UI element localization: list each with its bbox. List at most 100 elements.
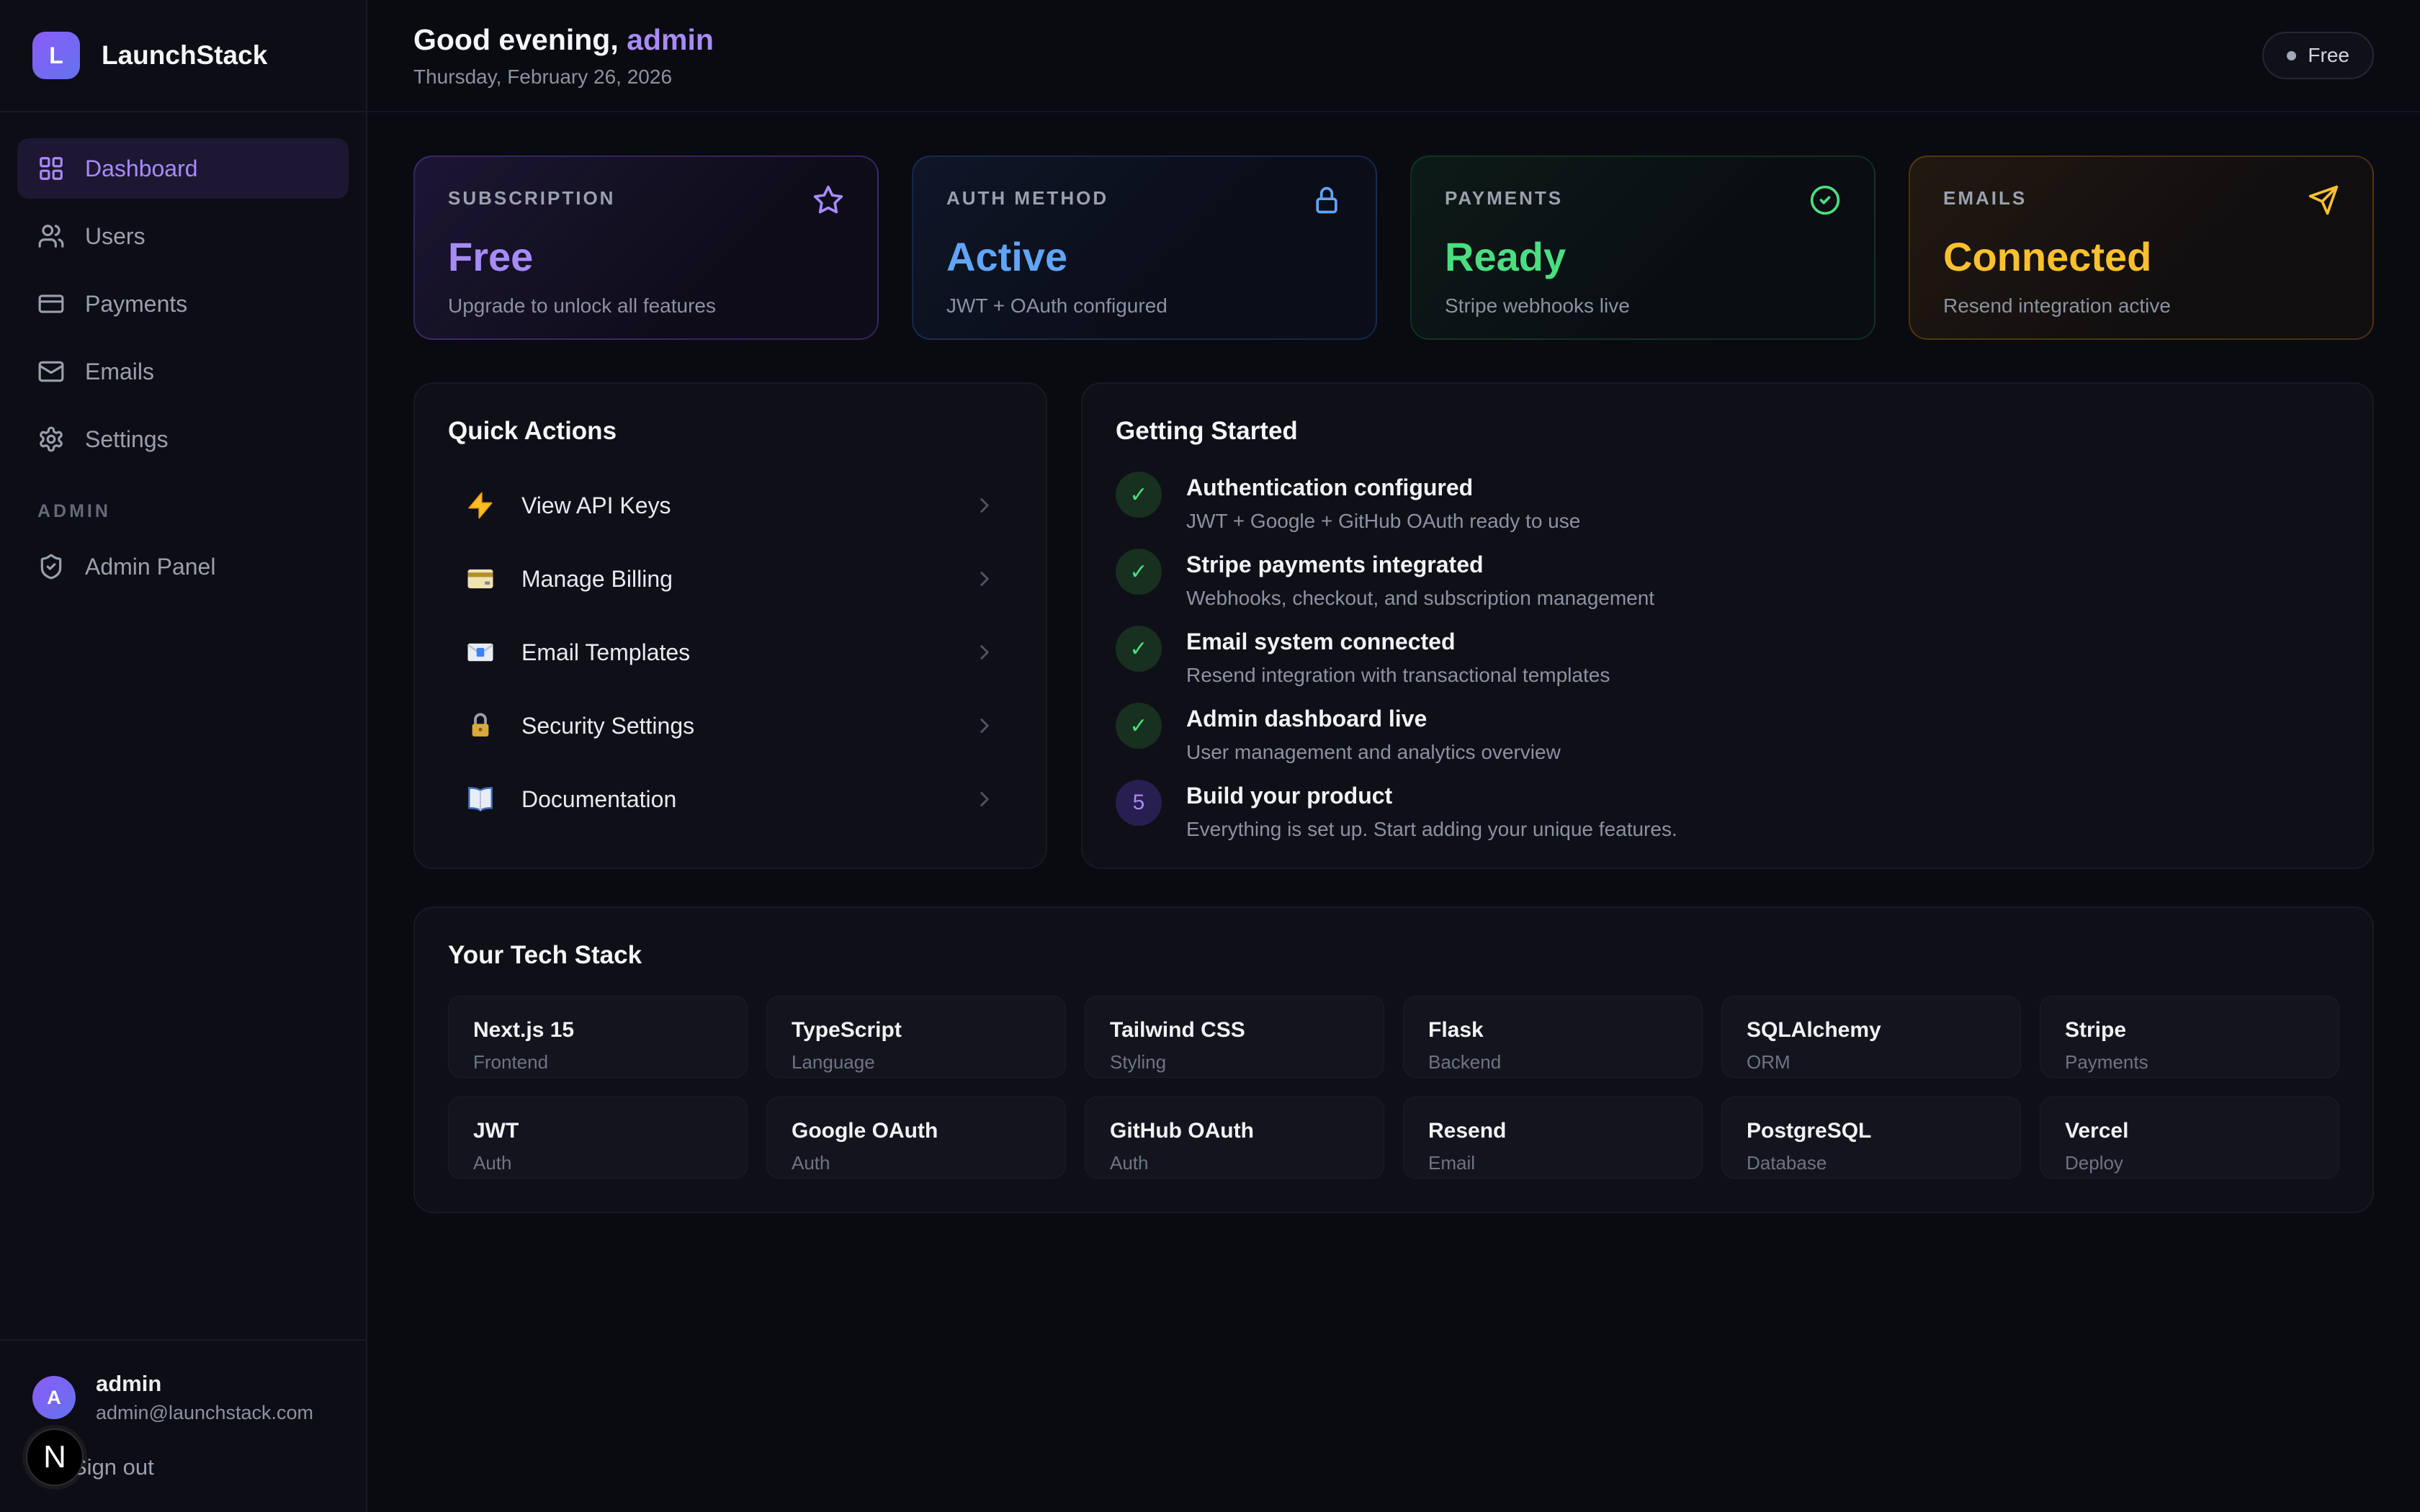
open-book-icon	[464, 783, 497, 816]
chevron-right-icon	[972, 640, 997, 665]
stat-card-emails: EMAILS Connected Resend integration acti…	[1909, 156, 2374, 340]
stat-subtext: Upgrade to unlock all features	[448, 294, 844, 318]
panel-title: Your Tech Stack	[448, 941, 2339, 970]
tech-tile-tailwind: Tailwind CSS Styling	[1085, 996, 1384, 1078]
tech-name: Next.js 15	[473, 1018, 722, 1043]
tech-tag: Deploy	[2065, 1152, 2314, 1174]
plan-badge-label: Free	[2308, 44, 2349, 67]
tech-name: Flask	[1428, 1018, 1677, 1043]
tech-name: Stripe	[2065, 1018, 2314, 1043]
tech-tile-typescript: TypeScript Language	[766, 996, 1066, 1078]
sidebar-item-users[interactable]: Users	[17, 206, 349, 266]
tech-name: PostgreSQL	[1747, 1119, 1996, 1143]
tech-name: JWT	[473, 1119, 722, 1143]
tech-tag: Auth	[1110, 1152, 1359, 1174]
stat-subtext: Resend integration active	[1943, 294, 2339, 318]
sidebar-item-label: Users	[85, 223, 145, 250]
tech-tile-stripe: Stripe Payments	[2040, 996, 2339, 1078]
quick-actions-panel: Quick Actions View API Keys Manage Billi…	[413, 382, 1047, 869]
step-check-badge: ✓	[1116, 549, 1162, 595]
brand[interactable]: L LaunchStack	[0, 0, 366, 112]
credit-card-icon	[37, 290, 65, 318]
step-title: Email system connected	[1186, 626, 1610, 655]
step-number-badge: 5	[1116, 780, 1162, 826]
tech-tag: Language	[792, 1051, 1041, 1074]
stat-label: AUTH METHOD	[946, 187, 1108, 210]
tech-tile-sqlalchemy: SQLAlchemy ORM	[1721, 996, 2021, 1078]
tech-tag: ORM	[1747, 1051, 1996, 1074]
quick-action-documentation[interactable]: Documentation	[448, 765, 1013, 833]
tech-name: Resend	[1428, 1119, 1677, 1143]
tech-tag: Auth	[792, 1152, 1041, 1174]
tech-tag: Database	[1747, 1152, 1996, 1174]
tech-name: Tailwind CSS	[1110, 1018, 1359, 1043]
step-check-badge: ✓	[1116, 472, 1162, 518]
tech-name: SQLAlchemy	[1747, 1018, 1996, 1043]
tech-stack-grid: Next.js 15 Frontend TypeScript Language …	[448, 996, 2339, 1179]
step-check-badge: ✓	[1116, 626, 1162, 672]
sidebar-item-emails[interactable]: Emails	[17, 341, 349, 402]
sidebar-item-payments[interactable]: Payments	[17, 274, 349, 334]
step-subtext: JWT + Google + GitHub OAuth ready to use	[1186, 510, 1580, 533]
chevron-right-icon	[972, 567, 997, 591]
sidebar-item-dashboard[interactable]: Dashboard	[17, 138, 349, 199]
user-email: admin@launchstack.com	[96, 1402, 313, 1424]
tech-name: Vercel	[2065, 1119, 2314, 1143]
lightning-icon	[464, 489, 497, 522]
sidebar-item-settings[interactable]: Settings	[17, 409, 349, 469]
quick-action-manage-billing[interactable]: Manage Billing	[448, 545, 1013, 613]
quick-action-label: Security Settings	[521, 713, 948, 739]
quick-action-email-templates[interactable]: Email Templates	[448, 618, 1013, 686]
user-block: A admin admin@launchstack.com	[0, 1339, 366, 1443]
quick-action-view-api-keys[interactable]: View API Keys	[448, 472, 1013, 539]
page-title: Good evening, admin	[413, 23, 714, 57]
nextjs-dev-badge[interactable]: N	[26, 1428, 84, 1486]
mail-icon	[37, 358, 65, 385]
getting-started-step: 5 Build your product Everything is set u…	[1116, 780, 2339, 841]
chevron-right-icon	[972, 787, 997, 811]
stat-label: EMAILS	[1943, 187, 2027, 210]
panel-title: Quick Actions	[448, 417, 1013, 446]
tech-tile-resend: Resend Email	[1403, 1097, 1703, 1179]
plan-badge: Free	[2262, 32, 2374, 79]
tech-tile-postgresql: PostgreSQL Database	[1721, 1097, 2021, 1179]
tech-tile-nextjs: Next.js 15 Frontend	[448, 996, 748, 1078]
panel-title: Getting Started	[1116, 417, 2339, 446]
stat-cards-row: SUBSCRIPTION Free Upgrade to unlock all …	[413, 156, 2374, 340]
stat-card-subscription: SUBSCRIPTION Free Upgrade to unlock all …	[413, 156, 879, 340]
gear-icon	[37, 426, 65, 453]
app-root: L LaunchStack Dashboard Users Payments E…	[0, 0, 2420, 1512]
sidebar-item-admin-panel[interactable]: Admin Panel	[17, 536, 349, 597]
getting-started-step: ✓ Email system connected Resend integrat…	[1116, 626, 2339, 687]
tech-tile-jwt: JWT Auth	[448, 1097, 748, 1179]
stat-card-auth-method: AUTH METHOD Active JWT + OAuth configure…	[912, 156, 1377, 340]
getting-started-step: ✓ Stripe payments integrated Webhooks, c…	[1116, 549, 2339, 610]
sidebar-nav: Dashboard Users Payments Emails Settings…	[0, 112, 366, 604]
stat-value: Free	[448, 233, 844, 280]
step-title: Admin dashboard live	[1186, 703, 1561, 732]
tech-tag: Backend	[1428, 1051, 1677, 1074]
chevron-right-icon	[972, 714, 997, 738]
quick-action-label: Manage Billing	[521, 566, 948, 593]
shield-check-icon	[37, 553, 65, 580]
stat-value: Active	[946, 233, 1343, 280]
credit-card-icon	[464, 562, 497, 595]
user-avatar: A	[32, 1376, 76, 1419]
check-circle-icon	[1809, 184, 1841, 216]
stat-subtext: Stripe webhooks live	[1445, 294, 1841, 318]
step-subtext: Webhooks, checkout, and subscription man…	[1186, 587, 1654, 610]
greeting-username: admin	[627, 23, 714, 56]
chevron-right-icon	[972, 493, 997, 518]
tech-name: TypeScript	[792, 1018, 1041, 1043]
tech-tag: Email	[1428, 1152, 1677, 1174]
quick-action-security-settings[interactable]: Security Settings	[448, 692, 1013, 760]
main-content: Good evening, admin Thursday, February 2…	[367, 0, 2420, 1512]
page-header: Good evening, admin Thursday, February 2…	[367, 0, 2420, 112]
quick-action-label: View API Keys	[521, 492, 948, 519]
stat-label: SUBSCRIPTION	[448, 187, 615, 210]
step-subtext: Everything is set up. Start adding your …	[1186, 818, 1677, 841]
star-icon	[812, 184, 844, 216]
layout-grid-icon	[37, 155, 65, 182]
users-icon	[37, 222, 65, 250]
tech-name: Google OAuth	[792, 1119, 1041, 1143]
